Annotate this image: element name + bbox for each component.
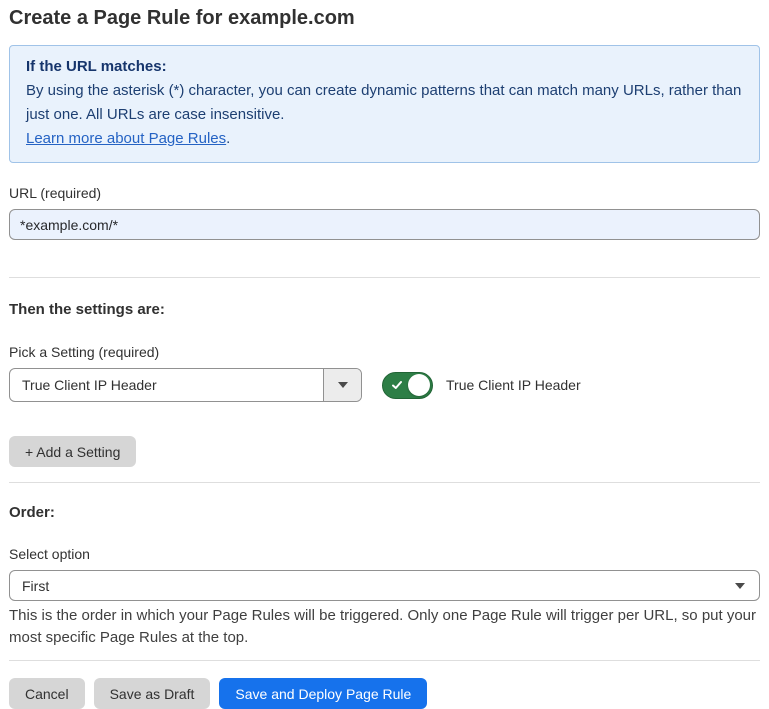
page-title: Create a Page Rule for example.com bbox=[9, 6, 760, 31]
save-as-draft-button[interactable]: Save as Draft bbox=[94, 678, 211, 709]
url-field-label: URL (required) bbox=[9, 184, 760, 202]
info-box-heading: If the URL matches: bbox=[26, 55, 743, 79]
chevron-down-icon bbox=[735, 583, 745, 589]
info-box-link-line: Learn more about Page Rules. bbox=[26, 127, 743, 151]
setting-select-value: True Client IP Header bbox=[10, 369, 323, 401]
cancel-button[interactable]: Cancel bbox=[9, 678, 85, 709]
pick-setting-label: Pick a Setting (required) bbox=[9, 343, 760, 361]
add-setting-button[interactable]: + Add a Setting bbox=[9, 436, 136, 467]
url-match-info-box: If the URL matches: By using the asteris… bbox=[9, 45, 760, 163]
order-help-text: This is the order in which your Page Rul… bbox=[9, 605, 760, 649]
order-select-label: Select option bbox=[9, 545, 760, 563]
order-select[interactable]: First bbox=[9, 570, 760, 601]
divider bbox=[9, 277, 760, 278]
learn-more-link[interactable]: Learn more about Page Rules bbox=[26, 130, 226, 147]
form-actions: Cancel Save as Draft Save and Deploy Pag… bbox=[9, 678, 760, 709]
info-box-body: By using the asterisk (*) character, you… bbox=[26, 79, 743, 127]
setting-select-row: True Client IP Header True Client IP Hea… bbox=[9, 368, 760, 402]
link-suffix: . bbox=[226, 130, 230, 147]
toggle-knob bbox=[408, 374, 430, 396]
setting-select[interactable]: True Client IP Header bbox=[9, 368, 362, 402]
setting-select-arrow-box[interactable] bbox=[323, 369, 361, 401]
info-box-body-text: By using the asterisk (*) character, you… bbox=[26, 82, 741, 123]
page-rule-form: Create a Page Rule for example.com If th… bbox=[0, 0, 769, 709]
check-icon bbox=[391, 379, 403, 391]
order-section-heading: Order: bbox=[9, 503, 760, 522]
chevron-down-icon bbox=[338, 382, 348, 388]
divider bbox=[9, 482, 760, 483]
order-select-value: First bbox=[22, 578, 49, 594]
save-and-deploy-button[interactable]: Save and Deploy Page Rule bbox=[219, 678, 427, 709]
divider bbox=[9, 660, 760, 661]
settings-section-heading: Then the settings are: bbox=[9, 300, 760, 319]
setting-toggle-label: True Client IP Header bbox=[446, 377, 581, 393]
url-input[interactable] bbox=[9, 209, 760, 240]
setting-toggle-on[interactable] bbox=[382, 372, 433, 399]
